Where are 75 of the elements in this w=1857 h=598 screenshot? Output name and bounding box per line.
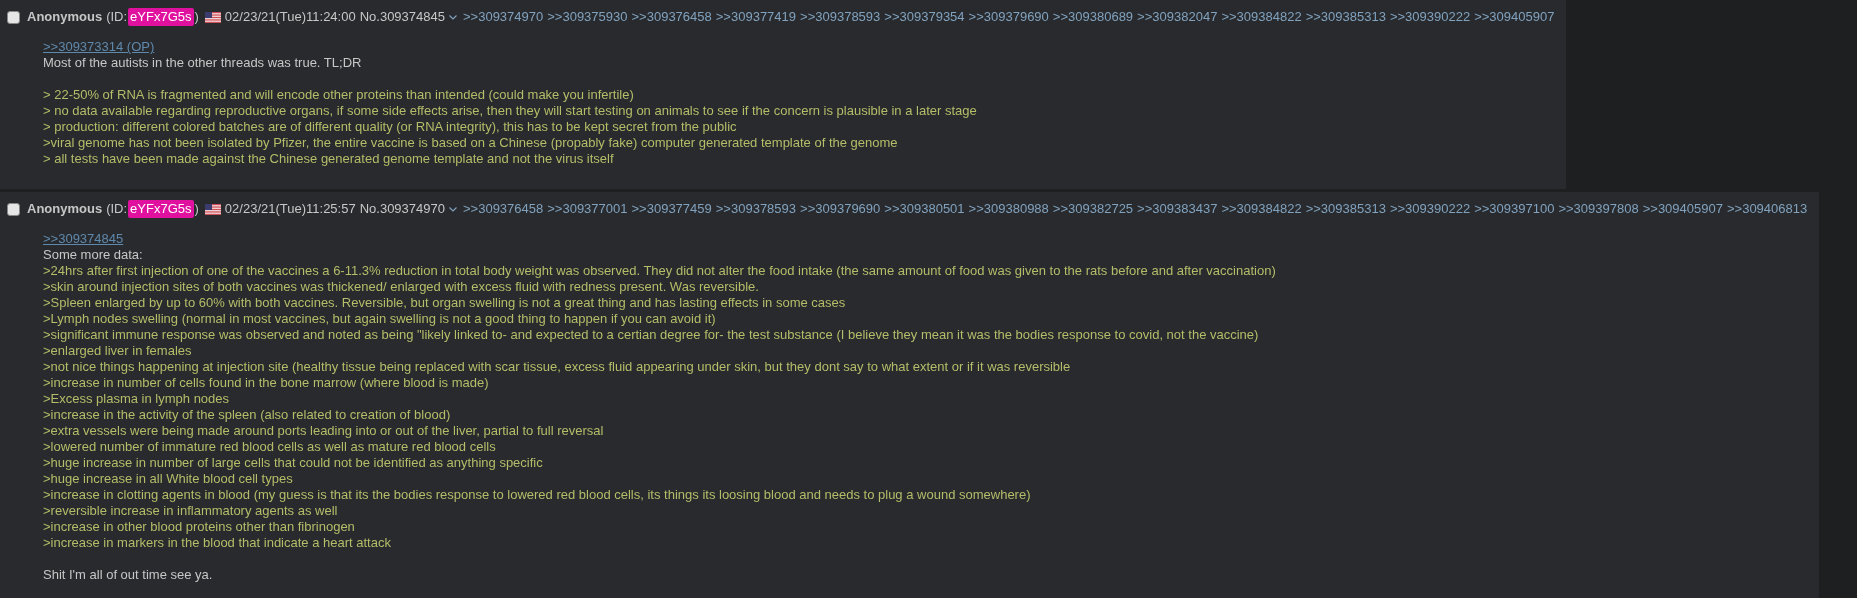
backlink[interactable]: >>309385313 (1305, 8, 1386, 26)
backlink[interactable]: >>309406813 (1726, 200, 1808, 218)
backlink[interactable]: >>309382725 (1052, 200, 1134, 218)
post-date: 02/23/21(Tue)11:24:00 (224, 8, 356, 26)
backlink[interactable]: >>309377001 (547, 200, 628, 218)
backlink[interactable]: >>309390222 (1389, 200, 1471, 218)
post-text: Some more data: (43, 247, 143, 263)
greentext-line: > all tests have been made against the Chinese generated genome template and not the virus itself (43, 151, 614, 167)
greentext-line: >huge increase in all White blood cell types (43, 471, 293, 487)
post-checkbox[interactable] (7, 10, 20, 24)
greentext-line: >significant immune response was observed and noted as being "likely linked to- and expected to a certian degree for- the test substance (I believe they mean it was the bodies response to covid, not the vaccine) (43, 327, 1259, 343)
backlink[interactable]: >>309374970 (463, 8, 544, 26)
backlink[interactable]: >>309377459 (631, 200, 712, 218)
poster-name: Anonymous (27, 8, 103, 26)
post-number[interactable]: No.309374970 (359, 200, 445, 218)
post-number[interactable]: No.309374845 (359, 8, 445, 26)
greentext-line: >Excess plasma in lymph nodes (43, 391, 230, 407)
greentext-line: >skin around injection sites of both vaccines was thickened/ enlarged with excess fluid with redness present. Was reversible. (43, 279, 759, 295)
greentext-line: >enlarged liver in females (43, 343, 192, 359)
backlink[interactable]: >>309384822 (1221, 8, 1302, 26)
greentext-line: >24hrs after first injection of one of the vaccines a 6-11.3% reduction in total body weight was observed. They did not alter the food intake (the same amount of food was given to the rats before and after vaccination) (43, 263, 1276, 279)
greentext-line: >increase in markers in the blood that indicate a heart attack (43, 535, 391, 551)
post-date: 02/23/21(Tue)11:25:57 (224, 200, 356, 218)
caret-icon[interactable] (449, 206, 457, 212)
backlink[interactable]: >>309375930 (547, 8, 628, 26)
greentext-line: >viral genome has not been isolated by Pfizer, the entire vaccine is based on a Chinese (propably fake) computer generated template of the genome (43, 135, 898, 151)
backlink[interactable]: >>309378593 (800, 8, 881, 26)
id-label-close: ) (194, 8, 199, 26)
flag-icon (204, 203, 221, 215)
backlink[interactable]: >>309380689 (1052, 8, 1134, 26)
greentext-line: >reversible increase in inflammatory agents as well (43, 503, 338, 519)
backlink[interactable]: >>309385313 (1305, 200, 1386, 218)
backlink[interactable]: >>309376458 (631, 8, 712, 26)
backlink[interactable]: >>309379690 (968, 8, 1049, 26)
greentext-line: >increase in number of cells found in the bone marrow (where blood is made) (43, 375, 489, 391)
poster-id[interactable]: eYFx7G5s (128, 200, 194, 218)
backlink[interactable]: >>309397100 (1474, 200, 1555, 218)
id-label: (ID: (106, 200, 128, 218)
greentext-line: >extra vessels were being made around ports leading into or out of the liver, partial to full reversal (43, 423, 604, 439)
greentext-line: >not nice things happening at injection site (healthy tissue being replaced with scar tissue, excess fluid appearing under skin, but they dont say to what extent or if it was reversible (43, 359, 1071, 375)
poster-id[interactable]: eYFx7G5s (128, 8, 194, 26)
greentext-line: >increase in clotting agents in blood (my guess is that its the bodies response to lowered red blood cells, its things its loosing blood and needs to plug a wound somewhere) (43, 487, 1031, 503)
backlink[interactable]: >>309380988 (968, 200, 1049, 218)
greentext-line: >huge increase in number of large cells that could not be identified as anything specific (43, 455, 543, 471)
backlink[interactable]: >>309376458 (463, 200, 544, 218)
quote-link[interactable]: >>309374845 (43, 231, 124, 247)
greentext-line: >Lymph nodes swelling (normal in most vaccines, but again swelling is not a good thing to happen if you can avoid it) (43, 311, 716, 327)
id-label: (ID: (106, 8, 128, 26)
backlink[interactable]: >>309382047 (1137, 8, 1218, 26)
backlink[interactable]: >>309383437 (1137, 200, 1218, 218)
id-label-close: ) (194, 200, 199, 218)
backlink[interactable]: >>309380501 (884, 200, 965, 218)
backlink[interactable]: >>309379690 (800, 200, 881, 218)
greentext-line: >increase in other blood proteins other than fibrinogen (43, 519, 355, 535)
greentext-line: > no data available regarding reproductive organs, if some side effects arise, then they will start testing on animals to see if the concern is plausible in a later stage (43, 103, 977, 119)
backlink[interactable]: >>309377419 (715, 8, 797, 26)
post-text: Most of the autists in the other threads was true. TL;DR (43, 55, 362, 71)
greentext-line: >increase in the activity of the spleen (also related to creation of blood) (43, 407, 451, 423)
backlink[interactable]: >>309378593 (715, 200, 797, 218)
caret-icon[interactable] (449, 14, 457, 20)
greentext-line: > production: different colored batches are of different quality (or RNA integrity), this has to be kept secret from the public (43, 119, 737, 135)
poster-name: Anonymous (27, 200, 103, 218)
backlink[interactable]: >>309379354 (884, 8, 965, 26)
post-text: Shit I'm all of out time see ya. (43, 567, 213, 583)
quote-link[interactable]: >>309373314 (OP) (43, 39, 155, 55)
backlink[interactable]: >>309405907 (1474, 8, 1555, 26)
backlink[interactable]: >>309390222 (1389, 8, 1471, 26)
greentext-line: >Spleen enlarged by up to 60% with both vaccines. Reversible, but organ swelling is not a great thing and has lasting effects in some cases (43, 295, 846, 311)
backlink[interactable]: >>309397808 (1558, 200, 1639, 218)
greentext-line: >lowered number of immature red blood cells as well as mature red blood cells (43, 439, 496, 455)
greentext-line: > 22-50% of RNA is fragmented and will encode other proteins than intended (could make you infertile) (43, 87, 634, 103)
flag-icon (204, 11, 221, 23)
post-checkbox[interactable] (7, 202, 20, 216)
backlink[interactable]: >>309384822 (1221, 200, 1302, 218)
backlink[interactable]: >>309405907 (1642, 200, 1723, 218)
